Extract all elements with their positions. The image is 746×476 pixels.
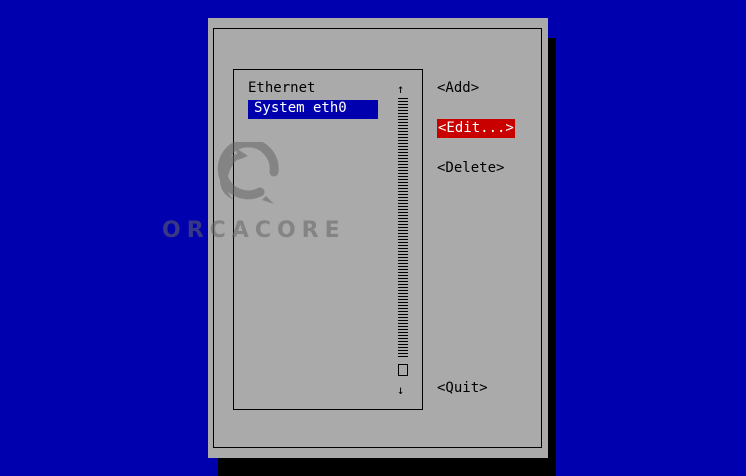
list-heading-ethernet: Ethernet: [248, 80, 316, 96]
scroll-down-arrow-icon[interactable]: ↓: [397, 383, 404, 397]
scrollbar-thumb[interactable]: [398, 364, 408, 376]
watermark-text: ORCACORE: [162, 218, 346, 243]
orcacore-logo-icon: [217, 138, 279, 204]
list-item-system-eth0[interactable]: System eth0: [248, 100, 378, 119]
edit-button[interactable]: <Edit...>: [437, 119, 515, 138]
orcacore-watermark: ORCACORE: [162, 138, 346, 243]
quit-button[interactable]: <Quit>: [437, 379, 488, 398]
delete-button[interactable]: <Delete>: [437, 159, 504, 178]
scroll-up-arrow-icon[interactable]: ↑: [397, 82, 404, 96]
scrollbar-track[interactable]: [398, 98, 408, 359]
add-button[interactable]: <Add>: [437, 79, 479, 98]
